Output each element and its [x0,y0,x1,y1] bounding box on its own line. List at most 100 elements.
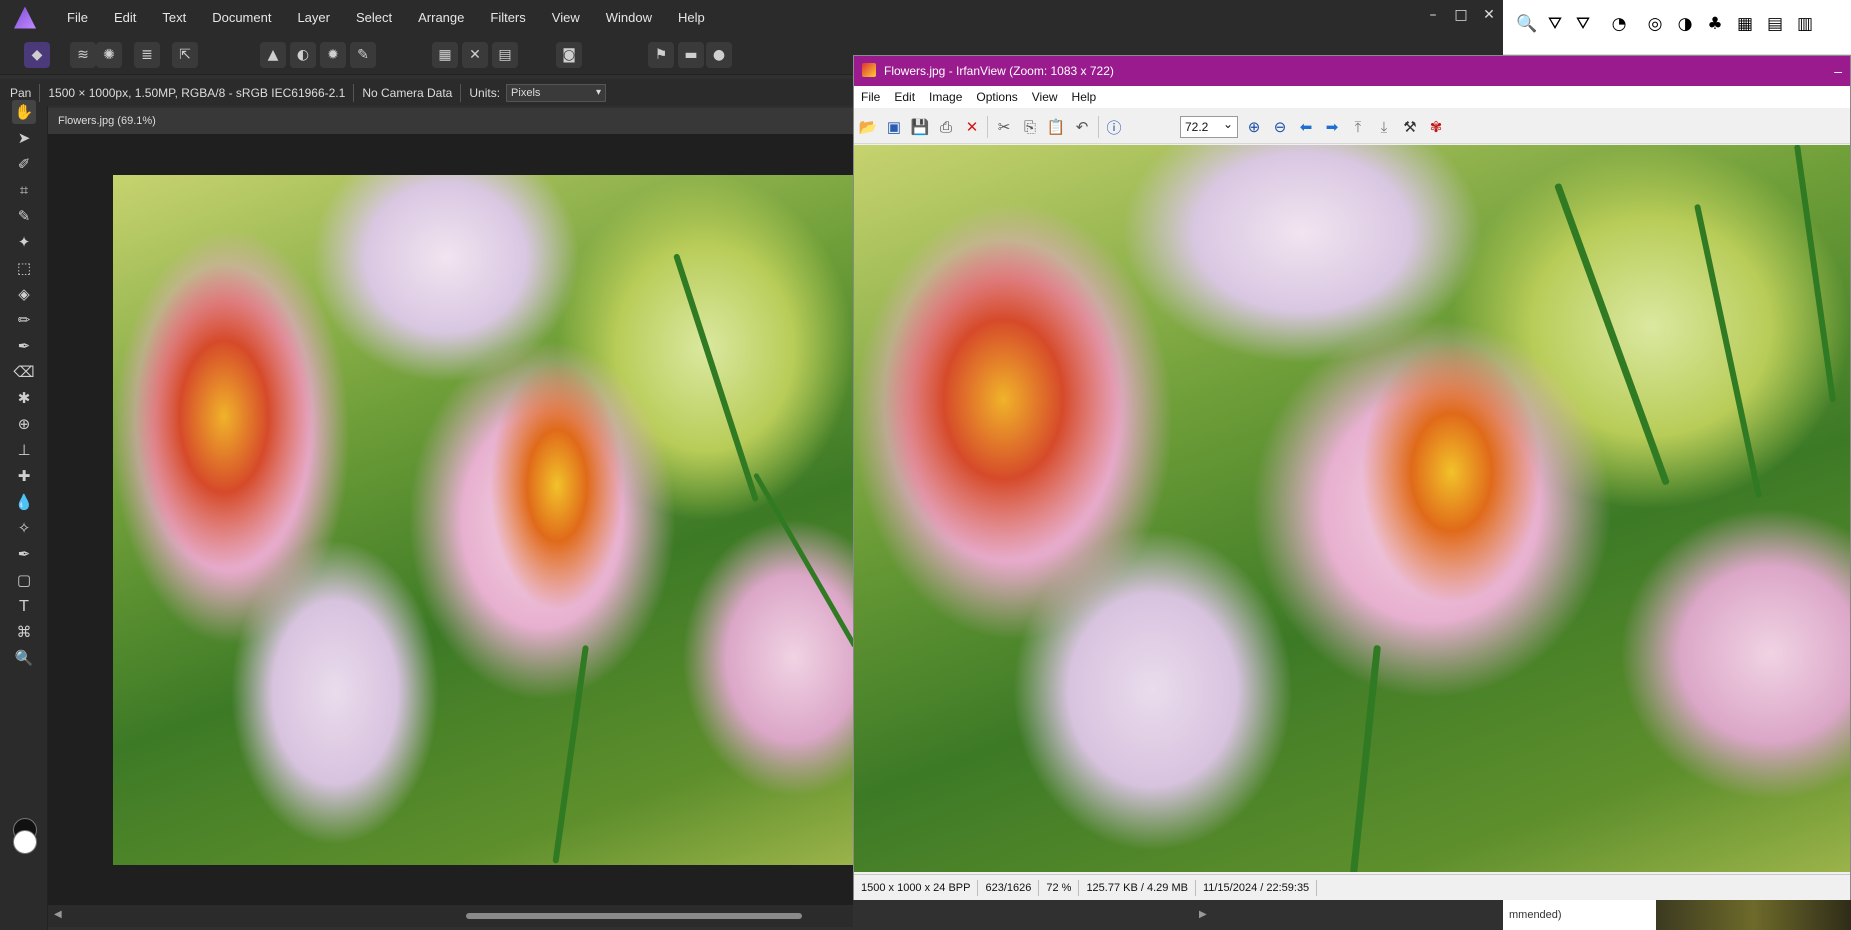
slideshow-icon[interactable]: ▣ [884,117,904,137]
export-persona-icon[interactable]: ⇱ [172,42,198,68]
scroll-right-icon[interactable]: ▶ [1199,909,1207,920]
clone-stamp-icon[interactable]: ⊥ [12,438,36,462]
table-icon[interactable]: ▤ [1763,12,1787,36]
zoom-out-icon[interactable]: ⊖ [1270,117,1290,137]
print-icon[interactable]: ⎙ [936,117,956,137]
menu-window[interactable]: Window [593,10,665,25]
menu-edit[interactable]: Edit [101,10,149,25]
flowers-image-zoomed [854,145,1850,872]
scroll-left-icon[interactable]: ◀ [54,909,62,920]
develop-persona-icon[interactable]: ✺ [96,42,122,68]
columns-icon[interactable]: ▥ [1793,12,1817,36]
levels-icon[interactable]: ▲ [260,42,286,68]
units-select[interactable]: Pixels [506,83,607,102]
zoom-in-icon[interactable]: ⊕ [1244,117,1264,137]
open-folder-icon[interactable]: 📂 [858,117,878,137]
menu-layer[interactable]: Layer [284,10,343,25]
quick-mask-icon[interactable]: ◙ [556,42,582,68]
scrollbar-thumb[interactable] [466,913,802,919]
marquee-tool-icon[interactable]: ⬚ [12,256,36,280]
pixel-tool-icon[interactable]: ✒ [12,334,36,358]
grid-icon[interactable]: ▦ [1733,12,1757,36]
flood-fill-icon[interactable]: ◈ [12,282,36,306]
primary-color-swatch[interactable] [13,830,37,854]
menu-file[interactable]: File [54,10,101,25]
previous-icon[interactable]: ⬅ [1296,117,1316,137]
snapping-icon[interactable]: ▬ [678,42,704,68]
irfanview-minimize-button[interactable]: – [1834,56,1842,86]
healing-brush-icon[interactable]: ✚ [12,464,36,488]
selection-brush-icon[interactable]: ✎ [12,204,36,228]
menu-select[interactable]: Select [343,10,405,25]
menu-filters[interactable]: Filters [477,10,538,25]
menu-text[interactable]: Text [149,10,199,25]
blur-brush-icon[interactable]: 💧 [12,490,36,514]
photo-persona-icon[interactable]: ◆ [24,42,50,68]
menu-arrange[interactable]: Arrange [405,10,477,25]
tree-icon[interactable]: ♣ [1703,12,1727,36]
paint-brush-icon[interactable]: ✏ [12,308,36,332]
last-file-icon[interactable]: ⤓ [1374,117,1394,137]
irfanview-image-area[interactable] [854,145,1850,872]
document-canvas[interactable] [48,134,853,910]
undo-icon[interactable]: ↶ [1072,117,1092,137]
search-icon[interactable]: 🔍 [1515,12,1539,36]
text-tool-icon[interactable]: T [12,594,36,618]
hand-tool-icon[interactable]: ✋ [12,100,36,124]
selection-mode-icon[interactable]: ▦ [432,42,458,68]
background-app-toolbar: 🔍 ⛛ ⛛ ◔ ◎ ◑ ♣ ▦ ▤ ▥ [1503,0,1851,55]
irf-menu-help[interactable]: Help [1065,90,1104,104]
close-button[interactable]: ✕ [1475,0,1503,30]
irf-menu-view[interactable]: View [1025,90,1065,104]
tone-mapping-persona-icon[interactable]: ≣ [134,42,160,68]
magic-wand-icon[interactable]: ✦ [12,230,36,254]
irf-menu-file[interactable]: File [854,90,887,104]
assistant-icon[interactable]: ⚑ [648,42,674,68]
minimize-button[interactable]: – [1419,0,1447,30]
zoom-tool-icon[interactable]: 🔍 [12,646,36,670]
smudge-tool-icon[interactable]: ✧ [12,516,36,540]
copy-icon[interactable]: ⎘ [1020,117,1040,137]
color-picker-tool-icon[interactable]: ✐ [12,152,36,176]
dodge-tool-icon[interactable]: ✱ [12,386,36,410]
filter-icon[interactable]: ⛛ [1543,12,1567,36]
menu-view[interactable]: View [539,10,593,25]
zoom-input[interactable]: 72.2 [1180,114,1238,138]
erase-brush-icon[interactable]: ⌫ [12,360,36,384]
save-icon[interactable]: 💾 [910,117,930,137]
next-icon[interactable]: ➡ [1322,117,1342,137]
properties-icon[interactable]: ⚒ [1400,117,1420,137]
filter-green-icon[interactable]: ⛛ [1571,12,1595,36]
zoom-lens-icon[interactable]: ⊕ [12,412,36,436]
menu-help[interactable]: Help [665,10,718,25]
horizontal-scrollbar[interactable]: ◀ ▶ [48,905,1207,927]
move-tool-icon[interactable]: ➤ [12,126,36,150]
record-icon[interactable]: ● [706,42,732,68]
maximize-button[interactable]: □ [1447,0,1475,30]
moon-icon[interactable]: ◑ [1673,12,1697,36]
mesh-warp-icon[interactable]: ⌘ [12,620,36,644]
invert-selection-icon[interactable]: ▤ [492,42,518,68]
white-balance-icon[interactable]: ✎ [350,42,376,68]
delete-icon[interactable]: ✕ [962,117,982,137]
cut-icon[interactable]: ✂ [994,117,1014,137]
liquify-persona-icon[interactable]: ≋ [70,42,96,68]
irfanview-app-icon [862,63,876,77]
spiral-icon[interactable]: ◎ [1643,12,1667,36]
irf-menu-image[interactable]: Image [922,90,969,104]
irf-menu-options[interactable]: Options [969,90,1024,104]
document-tab[interactable]: Flowers.jpg (69.1%) [48,108,853,134]
deselect-icon[interactable]: ✕ [462,42,488,68]
info-icon[interactable]: ⓘ [1104,117,1124,137]
menu-document[interactable]: Document [199,10,284,25]
color-wheel-icon[interactable]: ✹ [320,42,346,68]
rectangle-tool-icon[interactable]: ▢ [12,568,36,592]
pie-chart-icon[interactable]: ◔ [1607,12,1631,36]
first-file-icon[interactable]: ⤒ [1348,117,1368,137]
auto-contrast-icon[interactable]: ◐ [290,42,316,68]
irfanview-cat-icon[interactable]: ✾ [1426,117,1446,137]
pen-tool-icon[interactable]: ✒ [12,542,36,566]
paste-icon[interactable]: 📋 [1046,117,1066,137]
crop-tool-icon[interactable]: ⌗ [12,178,36,202]
irf-menu-edit[interactable]: Edit [887,90,922,104]
